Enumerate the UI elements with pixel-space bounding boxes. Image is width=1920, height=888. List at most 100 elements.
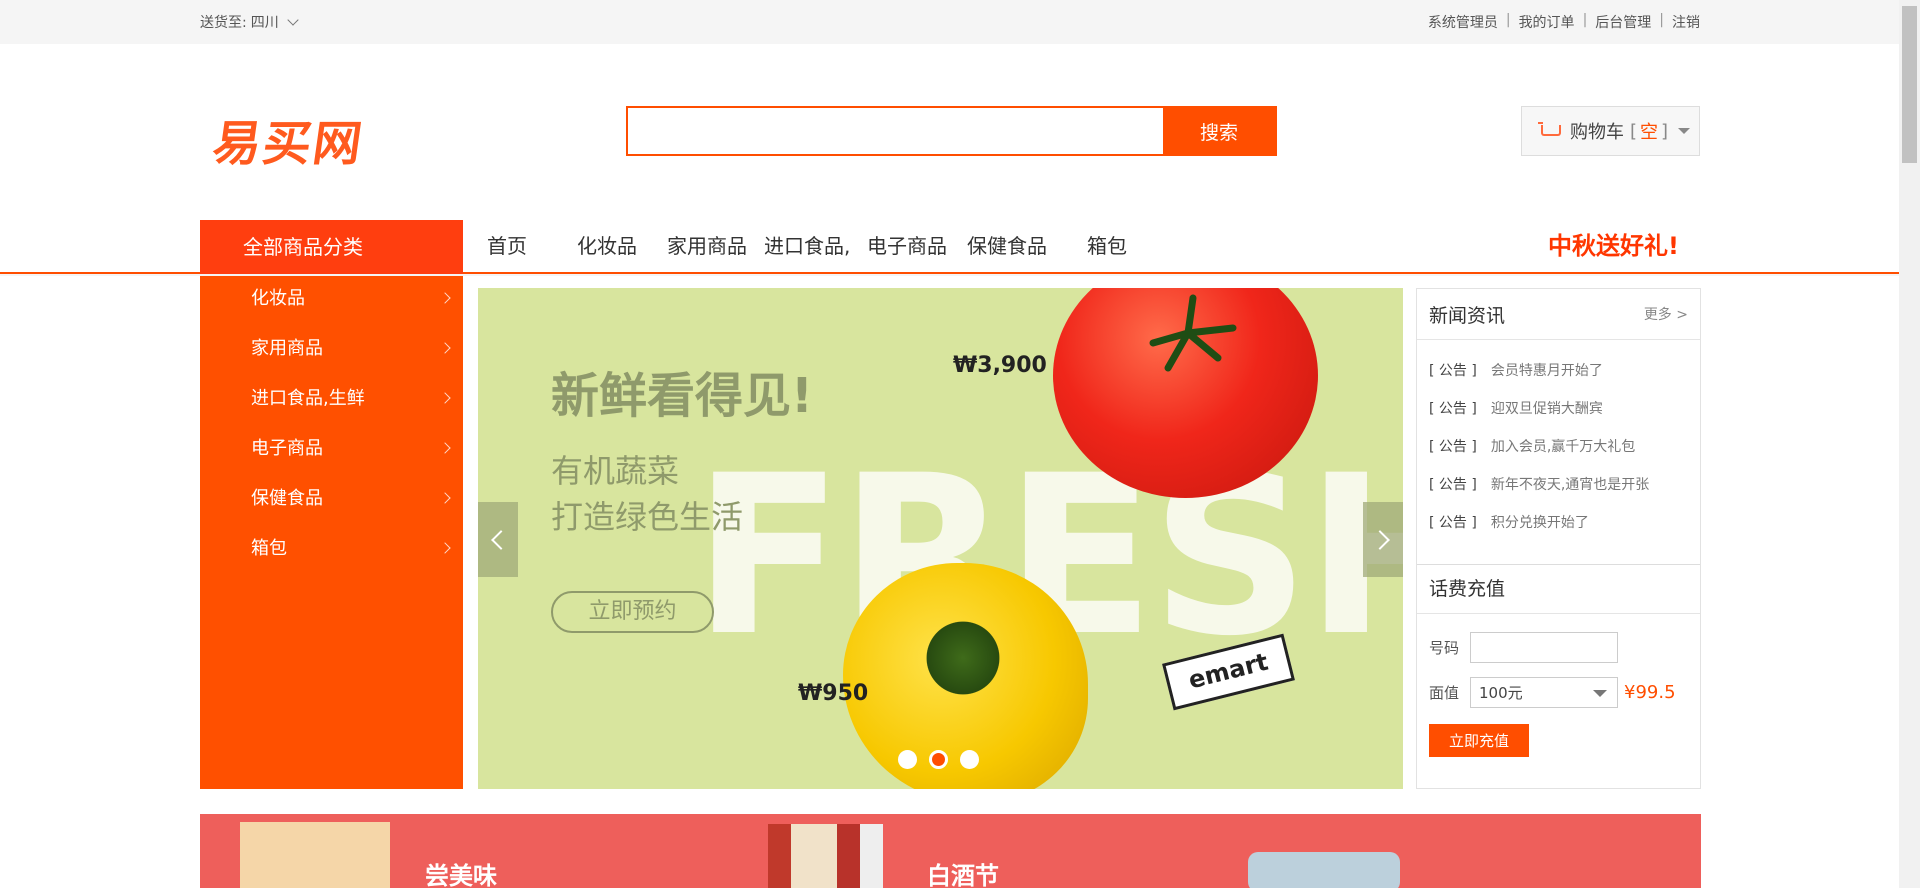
nav-item-electronics[interactable]: 电子商品 (867, 220, 967, 274)
recharge-form: 号码 面值 100元 ¥99.5 立即充值 (1417, 614, 1700, 757)
mid-autumn-promo[interactable]: 中秋送好礼! (1548, 220, 1679, 274)
sidebar-item-label: 化妆品 (251, 288, 305, 309)
nav-item-bags[interactable]: 箱包 (1087, 220, 1147, 274)
banner-prev-button[interactable] (478, 502, 518, 577)
banner-reserve-button[interactable]: 立即预约 (551, 591, 714, 633)
recharge-title: 话费充值 (1417, 565, 1700, 614)
towel-image (1248, 852, 1400, 888)
recharge-button[interactable]: 立即充值 (1429, 724, 1529, 757)
chevron-right-icon (439, 542, 451, 554)
news-item[interactable]: [ 公告 ] 会员特惠月开始了 (1429, 352, 1688, 390)
nav-item-imported-food[interactable]: 进口食品, (764, 220, 867, 274)
sidebar-item-bags[interactable]: 箱包 (200, 526, 463, 576)
amount-select[interactable]: 100元 (1470, 677, 1618, 708)
news-item[interactable]: [ 公告 ] 迎双旦促销大酬宾 (1429, 390, 1688, 428)
news-tag: [ 公告 ] (1429, 363, 1477, 379)
liquor-bottles-image (768, 824, 883, 888)
nav-items: 首页 化妆品 家用商品 进口食品, 电子商品 保健食品 箱包 (487, 220, 1147, 274)
link-separator: | (1505, 12, 1511, 28)
news-text: 新年不夜天,通宵也是开张 (1490, 477, 1650, 493)
tomato-stem-image (1149, 294, 1237, 372)
news-header: 新闻资讯 更多 > (1417, 289, 1700, 340)
promo-tasty-title: 尝美味 (425, 862, 497, 888)
nav-item-home[interactable]: 首页 (487, 220, 577, 274)
main-content: 化妆品 家用商品 进口食品,生鲜 电子商品 保健食品 箱包 FRESH 新鲜看得… (0, 276, 1899, 888)
sidebar-item-household[interactable]: 家用商品 (200, 326, 463, 376)
sidebar-item-cosmetics[interactable]: 化妆品 (200, 276, 463, 326)
link-separator: | (1582, 12, 1588, 28)
link-admin-backend[interactable]: 后台管理 (1595, 12, 1651, 32)
caret-down-icon (1678, 128, 1691, 134)
banner-dot-3[interactable] (960, 750, 979, 769)
news-text: 加入会员,赢千万大礼包 (1490, 439, 1636, 455)
cart-status: 空 (1640, 122, 1659, 143)
sidebar-item-label: 进口食品,生鲜 (251, 388, 365, 409)
user-links: 系统管理员 | 我的订单 | 后台管理 | 注销 (1428, 12, 1700, 32)
news-text: 积分兑换开始了 (1490, 515, 1589, 531)
nav-item-household[interactable]: 家用商品 (667, 220, 764, 274)
page-scrollbar[interactable] (1899, 0, 1920, 888)
search-button[interactable]: 搜索 (1163, 108, 1275, 154)
hero-banner[interactable]: FRESH 新鲜看得见! 有机蔬菜 打造绿色生活 立即预约 ₩3,900 ₩95… (478, 288, 1403, 789)
sidebar-item-imported-food[interactable]: 进口食品,生鲜 (200, 376, 463, 426)
news-item[interactable]: [ 公告 ] 新年不夜天,通宵也是开张 (1429, 466, 1688, 504)
banner-pagination (898, 750, 979, 769)
delivery-location[interactable]: 送货至: 四川 (200, 12, 299, 32)
amount-select-value: 100元 (1479, 684, 1523, 702)
right-panel: 新闻资讯 更多 > [ 公告 ] 会员特惠月开始了 [ 公告 ] 迎双旦促销大酬宾 … (1416, 288, 1701, 789)
banner-dot-2[interactable] (929, 750, 948, 769)
sidebar-item-label: 箱包 (251, 538, 287, 559)
news-more-link[interactable]: 更多 > (1644, 304, 1688, 324)
search-bar: 搜索 (626, 106, 1277, 156)
link-logout[interactable]: 注销 (1672, 12, 1700, 32)
nav-item-cosmetics[interactable]: 化妆品 (577, 220, 667, 274)
all-categories-button[interactable]: 全部商品分类 (200, 220, 463, 274)
chevron-right-icon (439, 342, 451, 354)
chevron-right-icon (439, 292, 451, 304)
sidebar-item-health-food[interactable]: 保健食品 (200, 476, 463, 526)
link-my-orders[interactable]: 我的订单 (1519, 12, 1575, 32)
main-nav: 全部商品分类 首页 化妆品 家用商品 进口食品, 电子商品 保健食品 箱包 中秋… (0, 220, 1899, 274)
cart-label: 购物车 (1570, 122, 1624, 143)
cart-bracket-close: ] (1661, 120, 1669, 142)
top-bar: 送货至: 四川 系统管理员 | 我的订单 | 后台管理 | 注销 (0, 0, 1899, 44)
delivery-location-label: 送货至: (200, 15, 247, 31)
news-list: [ 公告 ] 会员特惠月开始了 [ 公告 ] 迎双旦促销大酬宾 [ 公告 ] 加入会员… (1417, 340, 1700, 565)
banner-price-pepper: ₩950 (798, 681, 869, 706)
news-item[interactable]: [ 公告 ] 积分兑换开始了 (1429, 504, 1688, 542)
news-tag: [ 公告 ] (1429, 439, 1477, 455)
scrollbar-thumb[interactable] (1902, 6, 1917, 163)
phone-label: 号码 (1429, 639, 1460, 657)
news-item[interactable]: [ 公告 ] 加入会员,赢千万大礼包 (1429, 428, 1688, 466)
news-text: 会员特惠月开始了 (1490, 363, 1603, 379)
amount-label: 面值 (1429, 684, 1460, 702)
search-input[interactable] (628, 108, 1163, 154)
chevron-right-icon (439, 492, 451, 504)
banner-next-button[interactable] (1363, 502, 1403, 577)
category-sidebar: 化妆品 家用商品 进口食品,生鲜 电子商品 保健食品 箱包 (200, 276, 463, 789)
chevron-right-icon (439, 392, 451, 404)
site-logo[interactable]: 易买网 (209, 104, 369, 174)
sidebar-item-label: 家用商品 (251, 338, 323, 359)
banner-subtitle-2: 打造绿色生活 (551, 498, 744, 536)
nav-item-health-food[interactable]: 保健食品 (967, 220, 1087, 274)
news-text: 迎双旦促销大酬宾 (1490, 401, 1603, 417)
news-title: 新闻资讯 (1429, 304, 1506, 327)
news-tag: [ 公告 ] (1429, 477, 1477, 493)
cart-button[interactable]: 购物车 [ 空 ] (1521, 106, 1700, 156)
banner-price-tomato: ₩3,900 (953, 353, 1047, 378)
banner-headline: 新鲜看得见! (551, 368, 813, 424)
banner-dot-1[interactable] (898, 750, 917, 769)
chevron-right-icon (439, 442, 451, 454)
phone-number-input[interactable] (1470, 632, 1618, 663)
link-system-admin[interactable]: 系统管理员 (1428, 12, 1498, 32)
banner-subtitle-1: 有机蔬菜 (551, 452, 680, 490)
header: 易买网 搜索 购物车 [ 空 ] (0, 44, 1899, 220)
link-separator: | (1659, 12, 1664, 28)
sidebar-item-label: 电子商品 (251, 438, 323, 459)
promo-strip[interactable]: 尝美味 白酒节 (200, 814, 1701, 888)
promo-liquor-title: 白酒节 (927, 862, 999, 888)
chevron-left-icon (491, 529, 511, 550)
news-tag: [ 公告 ] (1429, 401, 1477, 417)
sidebar-item-electronics[interactable]: 电子商品 (200, 426, 463, 476)
